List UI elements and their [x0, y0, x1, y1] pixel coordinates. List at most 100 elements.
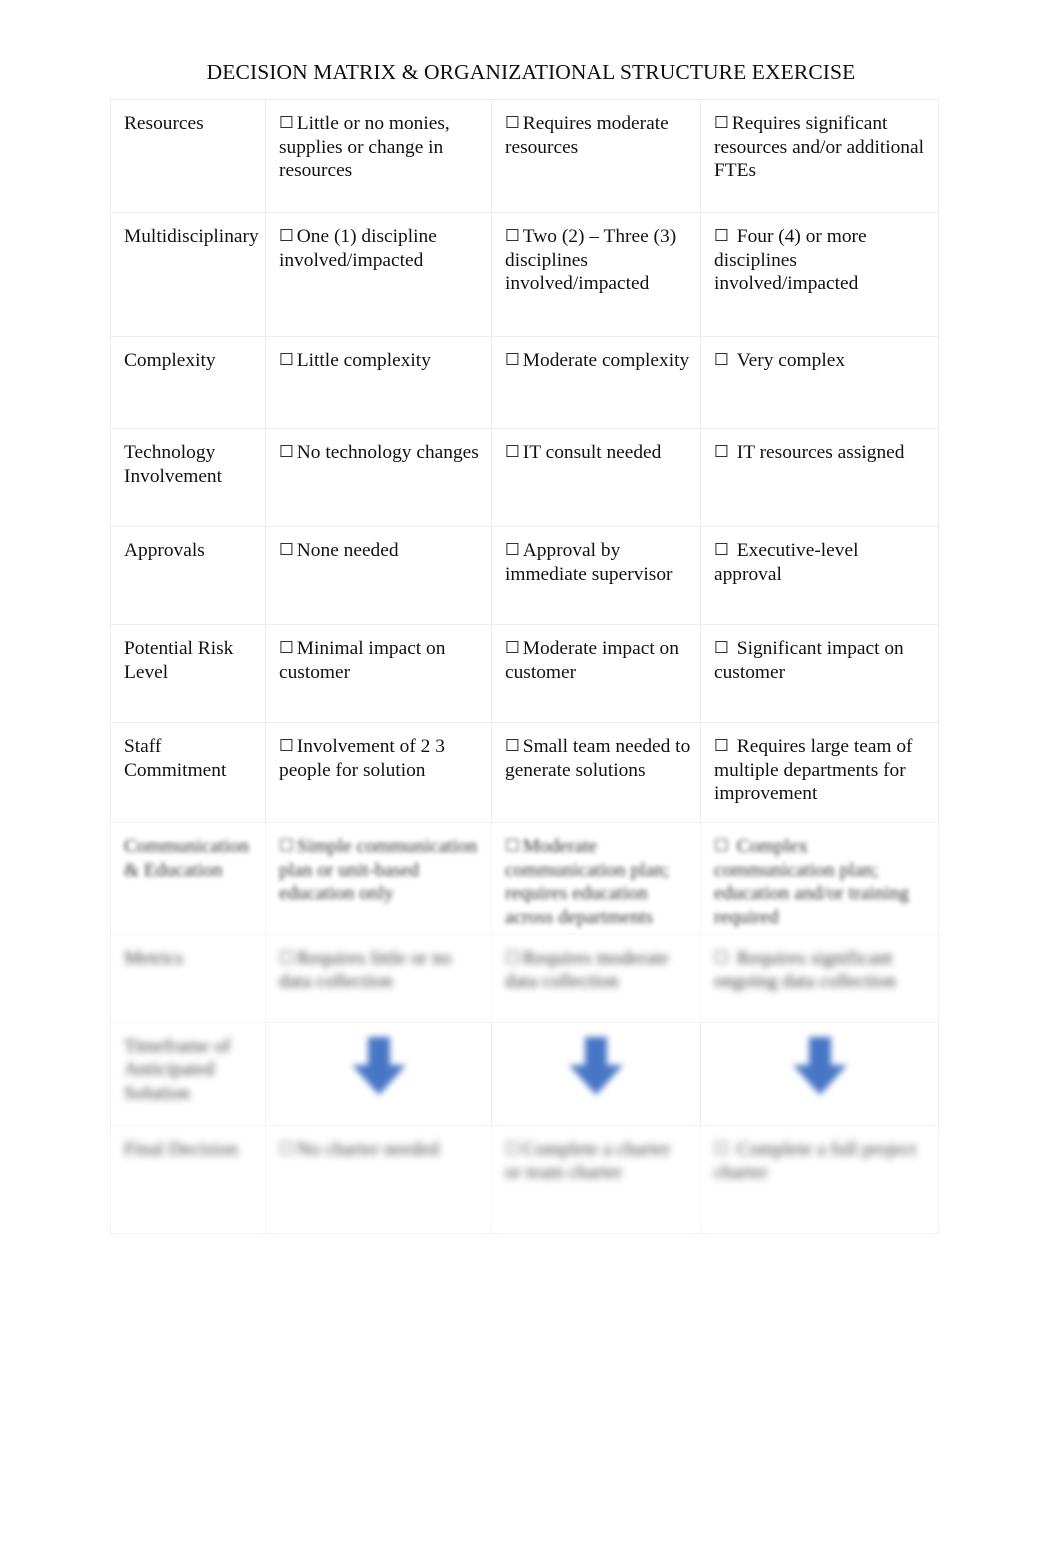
checkbox-icon[interactable]: ☐ [279, 638, 294, 657]
table-row: Resources ☐ Little or no monies, supplies… [110, 99, 939, 213]
table-row: Staff Commitment ☐ Involvement of 2 3 peo… [110, 722, 939, 823]
checkbox-icon[interactable]: ☐ [714, 948, 729, 967]
option-cell-mid[interactable]: ☐ Moderate communication plan; requires e… [491, 822, 701, 935]
arrow-cell-high [700, 1021, 939, 1126]
option-cell-low[interactable]: ☐ Simple communication plan or unit-based… [265, 822, 492, 935]
checkbox-icon[interactable]: ☐ [279, 226, 294, 245]
option-cell-mid[interactable]: ☐ Approval by immediate supervisor [491, 526, 701, 625]
checkbox-icon[interactable]: ☐ [279, 113, 294, 132]
table-row: Approvals ☐ None needed ☐ Approval by imme… [110, 526, 939, 625]
option-cell-high[interactable]: ☐ Very complex [700, 336, 939, 429]
option-label: No charter needed [296, 1138, 439, 1160]
checkbox-icon[interactable]: ☐ [505, 540, 520, 559]
checkbox-icon[interactable]: ☐ [279, 350, 294, 369]
option-cell-low[interactable]: ☐ Requires little or no data collection [265, 933, 492, 1023]
option-cell-mid[interactable]: ☐ Complete a charter or team charter [491, 1124, 701, 1234]
option-cell-low[interactable]: ☐ None needed [265, 526, 492, 625]
checkbox-icon[interactable]: ☐ [279, 736, 294, 755]
checkbox-icon[interactable]: ☐ [714, 836, 729, 855]
option-label: Complex communication plan; education an… [714, 836, 909, 929]
checkbox-icon[interactable]: ☐ [505, 226, 520, 245]
checkbox-icon[interactable]: ☐ [279, 1139, 294, 1158]
checkbox-icon[interactable]: ☐ [714, 113, 729, 132]
checkbox-icon[interactable]: ☐ [505, 638, 520, 657]
criterion-cell: Complexity [110, 336, 266, 429]
criterion-cell: Multidisciplinary [110, 212, 266, 337]
checkbox-icon[interactable]: ☐ [505, 350, 520, 369]
checkbox-icon[interactable]: ☐ [714, 540, 729, 559]
option-label: Little or no monies, supplies or change … [279, 113, 450, 182]
option-label: Moderate complexity [522, 350, 690, 371]
option-cell-high[interactable]: ☐ Executive-level approval [700, 526, 939, 625]
checkbox-icon[interactable]: ☐ [714, 638, 729, 657]
option-label: Significant impact on customer [714, 638, 904, 683]
arrow-cell-mid [491, 1021, 701, 1126]
option-label: Requires moderate data collection [505, 947, 669, 993]
option-cell-mid[interactable]: ☐ Requires moderate resources [491, 99, 701, 213]
option-cell-high[interactable]: ☐ Four (4) or more disciplines involved/i… [700, 212, 939, 337]
document-page: DECISION MATRIX & ORGANIZATIONAL STRUCTU… [0, 0, 1062, 1561]
checkbox-icon[interactable]: ☐ [279, 540, 294, 559]
checkbox-icon[interactable]: ☐ [714, 736, 729, 755]
table-row-arrows: Timeframe of Anticipated Solution [110, 1021, 939, 1126]
option-cell-high[interactable]: ☐ Complex communication plan; education a… [700, 822, 939, 935]
decision-matrix-table: Resources ☐ Little or no monies, supplies… [110, 99, 939, 1234]
criterion-cell: Potential Risk Level [110, 624, 266, 723]
down-arrow-icon [351, 1036, 406, 1095]
option-cell-low[interactable]: ☐ Minimal impact on customer [265, 624, 492, 723]
criterion-cell: Metrics [110, 933, 266, 1023]
checkbox-icon[interactable]: ☐ [714, 1139, 729, 1158]
option-label: IT consult needed [522, 442, 662, 463]
option-cell-high[interactable]: ☐ Significant impact on customer [700, 624, 939, 723]
option-cell-mid[interactable]: ☐ Requires moderate data collection [491, 933, 701, 1023]
checkbox-icon[interactable]: ☐ [279, 442, 294, 461]
option-label: Simple communication plan or unit-based … [279, 836, 478, 905]
criterion-cell: Final Decision [110, 1124, 266, 1234]
down-arrow-icon [569, 1036, 623, 1095]
option-cell-low[interactable]: ☐ One (1) discipline involved/impacted [265, 212, 492, 337]
checkbox-icon[interactable]: ☐ [505, 113, 520, 132]
option-label: Moderate communication plan; requires ed… [505, 836, 670, 929]
option-cell-low[interactable]: ☐ Little complexity [265, 336, 492, 429]
option-cell-low[interactable]: ☐ Involvement of 2 3 people for solution [265, 722, 492, 823]
checkbox-icon[interactable]: ☐ [714, 226, 729, 245]
option-label: Minimal impact on customer [279, 638, 446, 683]
option-label: Requires large team of multiple departme… [714, 736, 913, 805]
option-cell-low[interactable]: ☐ Little or no monies, supplies or change… [265, 99, 492, 213]
checkbox-icon[interactable]: ☐ [505, 948, 520, 967]
matrix-body: Resources ☐ Little or no monies, supplies… [110, 99, 939, 1234]
criterion-cell: Approvals [110, 526, 266, 625]
option-label: Requires little or no data collection [279, 947, 452, 993]
option-label: Little complexity [296, 350, 431, 371]
option-label: Executive-level approval [714, 540, 859, 585]
option-cell-mid[interactable]: ☐ Moderate complexity [491, 336, 701, 429]
checkbox-icon[interactable]: ☐ [279, 836, 294, 855]
option-cell-mid[interactable]: ☐ Moderate impact on customer [491, 624, 701, 723]
option-label: None needed [296, 540, 399, 561]
arrow-cell-low [265, 1021, 492, 1126]
option-cell-high[interactable]: ☐ IT resources assigned [700, 428, 939, 527]
checkbox-icon[interactable]: ☐ [505, 1139, 520, 1158]
option-cell-high[interactable]: ☐ Complete a full project charter [700, 1124, 939, 1234]
checkbox-icon[interactable]: ☐ [505, 442, 520, 461]
option-label: IT resources assigned [736, 442, 905, 463]
option-cell-high[interactable]: ☐ Requires large team of multiple departm… [700, 722, 939, 823]
option-cell-mid[interactable]: ☐ IT consult needed [491, 428, 701, 527]
option-cell-mid[interactable]: ☐ Two (2) – Three (3) disciplines involve… [491, 212, 701, 337]
checkbox-icon[interactable]: ☐ [279, 948, 294, 967]
checkbox-icon[interactable]: ☐ [505, 836, 520, 855]
option-label: No technology changes [296, 442, 479, 463]
option-cell-low[interactable]: ☐ No technology changes [265, 428, 492, 527]
option-cell-high[interactable]: ☐ Requires significant resources and/or a… [700, 99, 939, 213]
table-row: Potential Risk Level ☐ Minimal impact on … [110, 624, 939, 723]
checkbox-icon[interactable]: ☐ [505, 736, 520, 755]
option-label: Involvement of 2 3 people for solution [279, 736, 445, 781]
option-label: Four (4) or more disciplines involved/im… [714, 226, 867, 295]
option-label: Requires significant resources and/or ad… [714, 113, 924, 182]
option-cell-high[interactable]: ☐ Requires significant ongoing data colle… [700, 933, 939, 1023]
option-cell-mid[interactable]: ☐ Small team needed to generate solutions [491, 722, 701, 823]
checkbox-icon[interactable]: ☐ [714, 442, 729, 461]
table-row: Communication & Education ☐ Simple commun… [110, 822, 939, 935]
checkbox-icon[interactable]: ☐ [714, 350, 729, 369]
option-cell-low[interactable]: ☐ No charter needed [265, 1124, 492, 1234]
